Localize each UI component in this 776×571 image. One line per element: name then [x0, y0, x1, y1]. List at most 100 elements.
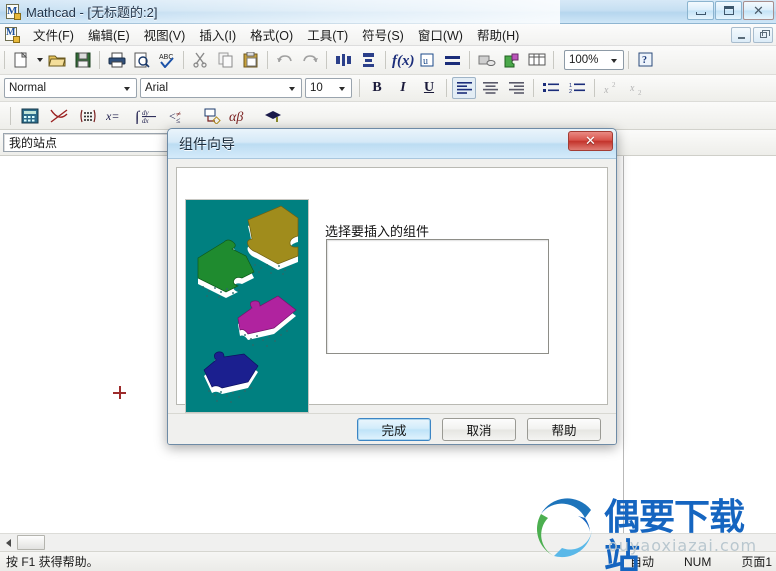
- menu-tools[interactable]: 工具(T): [300, 23, 355, 46]
- align-across-icon[interactable]: [332, 49, 355, 71]
- align-center-icon[interactable]: [478, 77, 502, 99]
- math-toolbar: x= ∫ dy dx < ≠ ≤ αβ: [0, 102, 776, 130]
- programming-icon[interactable]: [199, 104, 224, 127]
- menu-symbolics[interactable]: 符号(S): [355, 23, 411, 46]
- dialog-prompt-label: 选择要插入的组件: [325, 224, 430, 239]
- menu-view[interactable]: 视图(V): [137, 23, 193, 46]
- menu-window[interactable]: 窗口(W): [411, 23, 470, 46]
- dialog-title: 组件向导: [179, 135, 235, 152]
- style-combo[interactable]: Normal: [4, 78, 137, 98]
- insert-matrix-icon[interactable]: [525, 49, 548, 71]
- redo-icon[interactable]: [298, 49, 321, 71]
- status-auto: 自动: [629, 555, 654, 569]
- font-value: Arial: [145, 82, 169, 94]
- finish-button[interactable]: 完成: [357, 417, 431, 441]
- chevron-down-icon[interactable]: [334, 81, 349, 96]
- formatting-toolbar: Normal Arial 10 B I U 12 x 2 x 2: [0, 75, 776, 102]
- align-left-icon[interactable]: [452, 77, 476, 99]
- align-down-icon[interactable]: [357, 49, 380, 71]
- svg-text:x: x: [604, 85, 609, 95]
- print-preview-icon[interactable]: [130, 49, 153, 71]
- matrix-icon[interactable]: [75, 104, 100, 127]
- horizontal-scrollbar[interactable]: [0, 533, 776, 551]
- insert-component-icon[interactable]: [500, 49, 523, 71]
- svg-text:x: x: [630, 83, 635, 94]
- cancel-button[interactable]: 取消: [442, 417, 516, 441]
- scroll-left-arrow-icon[interactable]: [0, 535, 16, 551]
- mdi-restore-button[interactable]: [753, 27, 773, 43]
- open-folder-icon[interactable]: [46, 49, 69, 71]
- window-titlebar: M Mathcad - [无标题的:2] ✕: [0, 0, 776, 24]
- svg-text:?: ?: [642, 55, 647, 66]
- window-controls: ✕: [687, 1, 774, 20]
- svg-text:≤: ≤: [176, 116, 181, 124]
- copy-icon[interactable]: [214, 49, 237, 71]
- numbered-list-icon[interactable]: 12: [565, 77, 589, 99]
- svg-text:2: 2: [612, 81, 616, 89]
- subscript-icon[interactable]: x2: [626, 77, 650, 99]
- mdi-minimize-button[interactable]: [731, 27, 751, 43]
- superscript-icon[interactable]: x2: [600, 77, 624, 99]
- red-crosshair-cursor: [113, 386, 126, 399]
- new-document-icon[interactable]: [10, 49, 33, 71]
- svg-text:∫: ∫: [135, 109, 141, 124]
- calculate-equals-icon[interactable]: [441, 49, 464, 71]
- new-dropdown-icon[interactable]: [34, 49, 45, 71]
- status-message: 按 F1 获得帮助。: [6, 555, 99, 569]
- window-minimize-button[interactable]: [687, 1, 714, 20]
- chevron-down-icon[interactable]: [606, 53, 621, 68]
- help-button[interactable]: 帮助: [527, 417, 601, 441]
- insert-unit-icon[interactable]: u: [416, 49, 439, 71]
- align-right-icon[interactable]: [504, 77, 528, 99]
- menu-edit[interactable]: 编辑(E): [81, 23, 137, 46]
- horizontal-scroll-thumb[interactable]: [17, 535, 45, 550]
- font-size-combo[interactable]: 10: [305, 78, 352, 98]
- dialog-body: 选择要插入的组件: [168, 159, 616, 416]
- insert-hyperlink-icon[interactable]: [475, 49, 498, 71]
- status-page: 页面1: [741, 555, 772, 569]
- spellcheck-icon[interactable]: ABC: [155, 49, 178, 71]
- menu-format[interactable]: 格式(O): [243, 23, 300, 46]
- component-wizard-dialog: 组件向导 ✕ 选择要插入的组件 完成 取消 帮助: [167, 128, 617, 445]
- svg-text:f(x): f(x): [392, 53, 414, 68]
- greek-alphabet-icon[interactable]: αβ: [228, 104, 256, 127]
- bold-button[interactable]: B: [365, 77, 389, 99]
- chevron-down-icon[interactable]: [284, 81, 299, 96]
- window-close-button[interactable]: ✕: [743, 1, 774, 20]
- undo-icon[interactable]: [273, 49, 296, 71]
- calculus-icon[interactable]: ∫ dy dx: [133, 104, 163, 127]
- symbolic-keyword-icon[interactable]: [260, 104, 285, 127]
- chevron-down-icon[interactable]: [119, 81, 134, 96]
- save-icon[interactable]: [71, 49, 94, 71]
- dialog-titlebar: 组件向导 ✕: [168, 129, 616, 159]
- print-icon[interactable]: [105, 49, 128, 71]
- component-listbox[interactable]: [326, 239, 549, 354]
- cut-scissors-icon[interactable]: [189, 49, 212, 71]
- italic-button[interactable]: I: [391, 77, 415, 99]
- paste-clipboard-icon[interactable]: [239, 49, 262, 71]
- zoom-combo[interactable]: 100%: [564, 50, 624, 70]
- dialog-close-button[interactable]: ✕: [568, 131, 613, 151]
- boolean-icon[interactable]: < ≠ ≤: [167, 104, 195, 127]
- help-question-icon[interactable]: ?: [634, 49, 657, 71]
- graph-icon[interactable]: [46, 104, 71, 127]
- bulleted-list-icon[interactable]: [539, 77, 563, 99]
- window-maximize-button[interactable]: [715, 1, 742, 20]
- calculator-icon[interactable]: [17, 104, 42, 127]
- statusbar: 按 F1 获得帮助。 自动 NUM 页面1: [0, 551, 776, 571]
- standard-toolbar: ABC f(x) u 100% ?: [0, 46, 776, 75]
- menu-file[interactable]: 文件(F): [26, 23, 81, 46]
- font-combo[interactable]: Arial: [140, 78, 302, 98]
- evaluation-icon[interactable]: x=: [104, 104, 129, 127]
- puzzle-pieces-illustration: [185, 199, 309, 413]
- underline-button[interactable]: U: [417, 77, 441, 99]
- font-size-value: 10: [310, 82, 323, 94]
- svg-text:u: u: [423, 56, 428, 67]
- svg-text:x=: x=: [106, 109, 119, 123]
- insert-function-icon[interactable]: f(x): [391, 49, 414, 71]
- svg-text:2: 2: [569, 89, 572, 94]
- svg-text:2: 2: [638, 89, 642, 95]
- menu-insert[interactable]: 插入(I): [192, 23, 243, 46]
- dialog-footer: 完成 取消 帮助: [168, 414, 616, 444]
- menu-help[interactable]: 帮助(H): [470, 23, 526, 46]
